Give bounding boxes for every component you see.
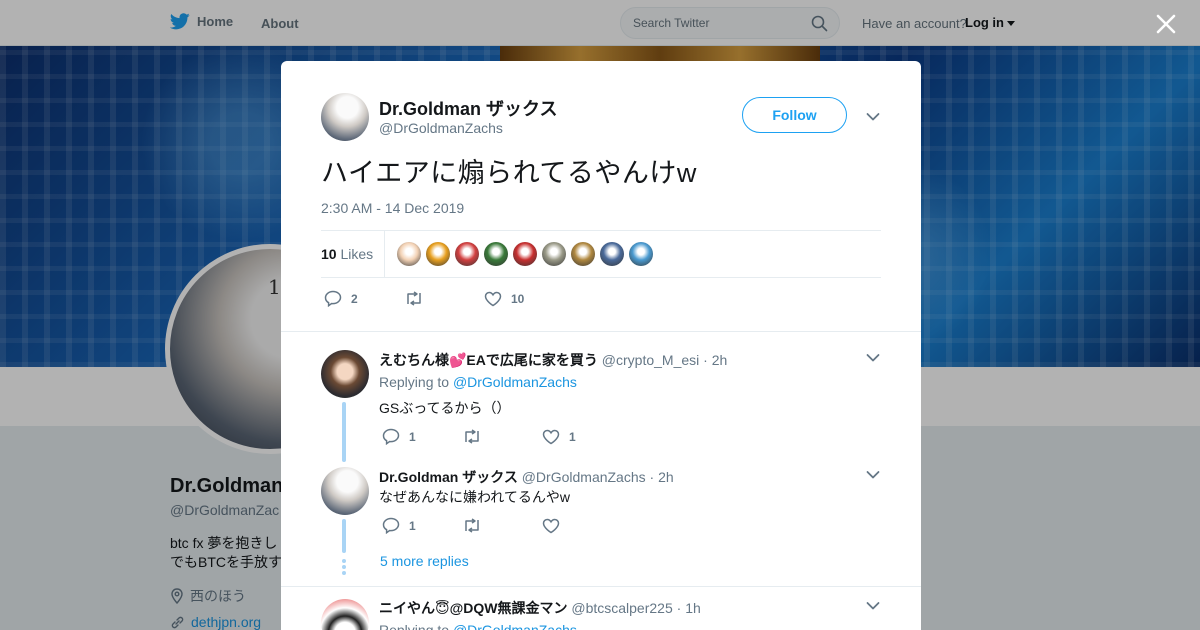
- heart-icon: [542, 518, 560, 533]
- thread-line: [342, 519, 346, 553]
- chevron-down-icon[interactable]: [866, 470, 880, 480]
- reply-time[interactable]: · 2h: [650, 469, 674, 485]
- replying-mention[interactable]: @DrGoldmanZachs: [453, 622, 577, 630]
- liker-avatar[interactable]: [484, 242, 508, 266]
- liker-avatar[interactable]: [542, 242, 566, 266]
- reply-author-handle: @DrGoldmanZachs: [521, 469, 646, 485]
- reply-author[interactable]: ニイやん😇@DQW無課金マン @btcscalper225 · 1h: [379, 598, 701, 618]
- reply-actions: 1: [382, 517, 569, 534]
- like-action[interactable]: 10: [484, 291, 524, 307]
- retweet-icon: [465, 518, 479, 533]
- reply-author-name: Dr.Goldman ザックス: [379, 469, 518, 485]
- reply-author[interactable]: えむちん様💕EAで広尾に家を買う @crypto_M_esi · 2h: [379, 350, 727, 370]
- thread-line: [342, 402, 346, 462]
- reply-icon: [382, 428, 400, 445]
- liker-avatar[interactable]: [397, 242, 421, 266]
- likes-stat[interactable]: 10 Likes: [321, 246, 373, 262]
- stats-divider: [384, 231, 385, 277]
- reply-action[interactable]: 1: [382, 517, 462, 534]
- author-handle[interactable]: @DrGoldmanZachs: [379, 120, 503, 136]
- tweet-text: ハイエアに煽られてるやんけw: [321, 158, 697, 188]
- replying-prefix: Replying to: [379, 622, 450, 630]
- reply-count: 1: [409, 429, 416, 444]
- liker-avatar[interactable]: [513, 242, 537, 266]
- retweet-action[interactable]: [462, 429, 542, 444]
- reply-time[interactable]: · 2h: [703, 352, 727, 368]
- chevron-down-icon[interactable]: [866, 601, 880, 611]
- likes-label: Likes: [340, 246, 374, 262]
- reply-author-name: ニイやん😇@DQW無課金マン: [379, 600, 568, 616]
- like-count: 10: [511, 291, 525, 306]
- liker-avatar[interactable]: [629, 242, 653, 266]
- liker-avatar[interactable]: [455, 242, 479, 266]
- tweet-timestamp[interactable]: 2:30 AM - 14 Dec 2019: [321, 200, 464, 216]
- heart-icon: [542, 429, 560, 444]
- heart-icon: [484, 291, 502, 306]
- retweet-action[interactable]: [462, 518, 542, 533]
- author-avatar[interactable]: [321, 93, 369, 141]
- like-action[interactable]: 1: [542, 429, 576, 445]
- tweet-actions: 2 10: [324, 290, 524, 307]
- reply-avatar[interactable]: [321, 599, 369, 630]
- likes-count: 10: [321, 246, 337, 262]
- reply-action[interactable]: 1: [382, 428, 462, 445]
- replying-to: Replying to @DrGoldmanZachs: [379, 622, 577, 630]
- chevron-down-icon[interactable]: [866, 112, 880, 122]
- author-name[interactable]: Dr.Goldman ザックス: [379, 95, 557, 121]
- reply-author[interactable]: Dr.Goldman ザックス @DrGoldmanZachs · 2h: [379, 467, 674, 487]
- reply-action[interactable]: 2: [324, 290, 404, 307]
- liker-avatar[interactable]: [600, 242, 624, 266]
- tweet-stats: 10 Likes: [321, 230, 881, 278]
- follow-button[interactable]: Follow: [742, 97, 847, 133]
- reply-text: なぜあんなに嫌われてるんやw: [379, 489, 570, 505]
- chevron-down-icon[interactable]: [866, 353, 880, 363]
- replying-prefix: Replying to: [379, 374, 450, 390]
- more-replies-link[interactable]: 5 more replies: [380, 553, 469, 569]
- reply-author-handle: @btcscalper225: [571, 600, 673, 616]
- thread-dot: [342, 559, 346, 563]
- reply-count: 1: [409, 518, 416, 533]
- reply-avatar[interactable]: [321, 350, 369, 398]
- retweet-icon: [465, 429, 479, 444]
- like-count: 1: [569, 429, 576, 444]
- retweet-action[interactable]: [404, 291, 484, 306]
- replying-to: Replying to @DrGoldmanZachs: [379, 374, 577, 390]
- reply-count: 2: [351, 291, 358, 306]
- thread-dot: [342, 565, 346, 569]
- liker-avatar[interactable]: [426, 242, 450, 266]
- replying-mention[interactable]: @DrGoldmanZachs: [453, 374, 577, 390]
- reply-icon: [382, 517, 400, 534]
- reply-text: GSぶってるから（）: [379, 400, 511, 416]
- reply-author-handle: @crypto_M_esi: [601, 352, 700, 368]
- close-icon[interactable]: [1153, 11, 1179, 37]
- retweet-icon: [407, 291, 421, 306]
- reply-icon: [324, 290, 342, 307]
- separator: [281, 331, 921, 332]
- reply-time[interactable]: · 1h: [677, 600, 701, 616]
- tweet-modal: Dr.Goldman ザックス @DrGoldmanZachs Follow ハ…: [281, 61, 921, 630]
- thread-dot: [342, 571, 346, 575]
- liker-avatar[interactable]: [571, 242, 595, 266]
- separator: [281, 586, 921, 587]
- reply-author-name: えむちん様💕EAで広尾に家を買う: [379, 352, 598, 368]
- like-action[interactable]: [542, 518, 569, 534]
- reply-actions: 1 1: [382, 428, 576, 445]
- reply-avatar[interactable]: [321, 467, 369, 515]
